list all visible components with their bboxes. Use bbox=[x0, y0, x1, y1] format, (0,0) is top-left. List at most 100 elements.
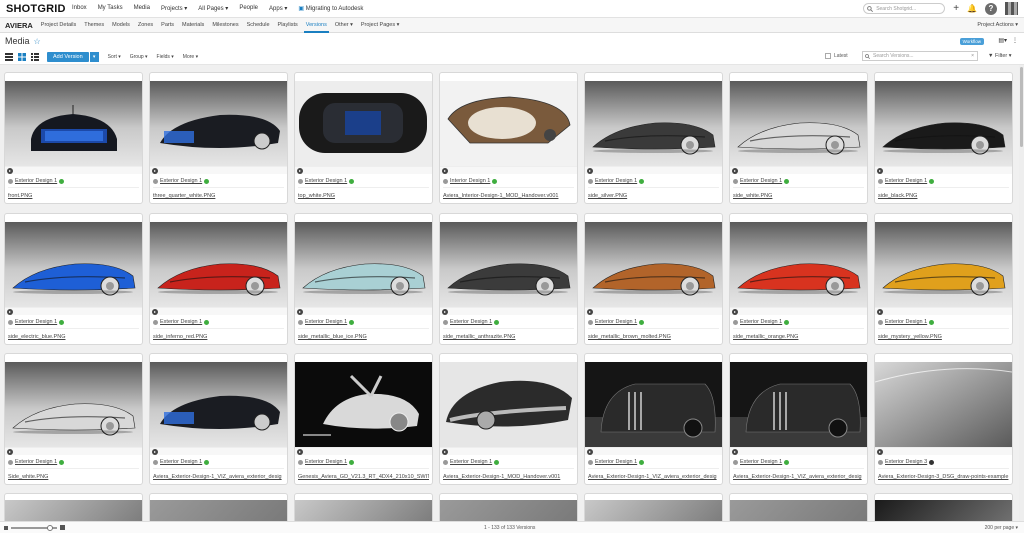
version-thumbnail[interactable] bbox=[585, 362, 722, 447]
status-icon[interactable] bbox=[59, 459, 65, 465]
play-icon[interactable] bbox=[587, 449, 593, 455]
fields-button[interactable]: Fields ▾ bbox=[157, 54, 174, 60]
play-icon[interactable] bbox=[152, 449, 158, 455]
tab-parts[interactable]: Parts bbox=[161, 22, 174, 28]
more-vertical-icon[interactable]: ⋮ bbox=[1012, 37, 1018, 44]
status-icon[interactable] bbox=[639, 319, 645, 325]
version-thumbnail[interactable] bbox=[295, 362, 432, 447]
version-name[interactable]: front.PNG bbox=[8, 193, 139, 199]
nav-all-pages[interactable]: All Pages ▾ bbox=[198, 5, 228, 12]
play-icon[interactable] bbox=[877, 449, 883, 455]
version-name[interactable]: side_white.PNG bbox=[733, 193, 864, 199]
status-icon[interactable] bbox=[204, 178, 210, 184]
version-search-input[interactable]: Search Versions... × bbox=[862, 51, 978, 61]
grid-view-icon[interactable] bbox=[18, 52, 26, 61]
task-name[interactable]: Exterior Design 1 bbox=[450, 459, 492, 465]
play-icon[interactable] bbox=[442, 168, 448, 174]
version-card-partial[interactable] bbox=[294, 493, 433, 521]
version-card-partial[interactable] bbox=[874, 493, 1013, 521]
version-thumbnail[interactable] bbox=[440, 362, 577, 447]
play-icon[interactable] bbox=[877, 168, 883, 174]
nav-inbox[interactable]: Inbox bbox=[72, 5, 87, 12]
page-menu-icon[interactable]: ▤▾ bbox=[998, 37, 1007, 44]
large-thumb-icon[interactable] bbox=[60, 525, 65, 530]
nav-my-tasks[interactable]: My Tasks bbox=[98, 5, 123, 12]
task-name[interactable]: Exterior Design 1 bbox=[885, 319, 927, 325]
status-icon[interactable] bbox=[784, 178, 790, 184]
version-thumbnail[interactable] bbox=[440, 222, 577, 307]
play-icon[interactable] bbox=[732, 449, 738, 455]
play-icon[interactable] bbox=[442, 449, 448, 455]
task-link[interactable]: Exterior Design 1 bbox=[8, 319, 65, 325]
tab-versions[interactable]: Versions bbox=[303, 22, 329, 33]
version-card-partial[interactable] bbox=[729, 493, 868, 521]
version-thumbnail[interactable] bbox=[150, 362, 287, 447]
status-icon[interactable] bbox=[349, 459, 355, 465]
version-name[interactable]: side_black.PNG bbox=[878, 193, 1009, 199]
version-name[interactable]: Side_white.PNG bbox=[8, 474, 139, 480]
task-link[interactable]: Exterior Design 1 bbox=[443, 319, 500, 325]
version-name[interactable]: side_mystery_yellow.PNG bbox=[878, 334, 1009, 340]
task-name[interactable]: Exterior Design 1 bbox=[160, 319, 202, 325]
play-icon[interactable] bbox=[297, 309, 303, 315]
version-thumbnail[interactable] bbox=[730, 500, 867, 521]
task-link[interactable]: Exterior Design 1 bbox=[8, 178, 65, 184]
play-icon[interactable] bbox=[7, 168, 13, 174]
task-link[interactable]: Exterior Design 1 bbox=[298, 178, 355, 184]
version-thumbnail[interactable] bbox=[295, 81, 432, 166]
task-name[interactable]: Exterior Design 1 bbox=[305, 319, 347, 325]
per-page-select[interactable]: 200 per page ▾ bbox=[985, 525, 1018, 531]
group-button[interactable]: Group ▾ bbox=[130, 54, 148, 60]
task-name[interactable]: Exterior Design 1 bbox=[595, 319, 637, 325]
version-thumbnail[interactable] bbox=[730, 81, 867, 166]
status-icon[interactable] bbox=[784, 319, 790, 325]
task-name[interactable]: Exterior Design 1 bbox=[160, 459, 202, 465]
status-icon[interactable] bbox=[929, 319, 935, 325]
play-icon[interactable] bbox=[587, 168, 593, 174]
version-thumbnail[interactable] bbox=[295, 222, 432, 307]
status-icon[interactable] bbox=[349, 319, 355, 325]
version-name[interactable]: Genesis_Aviera_GD_V21.3_RT_4DX4_210x10_S… bbox=[298, 474, 429, 480]
version-thumbnail[interactable] bbox=[5, 222, 142, 307]
status-icon[interactable] bbox=[492, 178, 498, 184]
version-thumbnail[interactable] bbox=[440, 81, 577, 166]
version-thumbnail[interactable] bbox=[585, 81, 722, 166]
list-view-icon[interactable] bbox=[5, 52, 13, 61]
version-thumbnail[interactable] bbox=[585, 222, 722, 307]
tab-other[interactable]: Other ▾ bbox=[335, 22, 353, 28]
project-name[interactable]: AVIERA bbox=[5, 21, 33, 30]
play-icon[interactable] bbox=[877, 309, 883, 315]
add-version-button[interactable]: Add Version bbox=[47, 51, 89, 62]
task-name[interactable]: Exterior Design 1 bbox=[160, 178, 202, 184]
version-card[interactable]: Exterior Design 1 Side_white.PNG bbox=[4, 353, 143, 485]
version-name[interactable]: Aviera_Exterior-Design-1_VIZ_aviera_exte… bbox=[733, 474, 864, 480]
tab-materials[interactable]: Materials bbox=[182, 22, 204, 28]
sort-button[interactable]: Sort ▾ bbox=[108, 54, 121, 60]
status-icon[interactable] bbox=[929, 178, 935, 184]
version-name[interactable]: side_metallic_blue_ice.PNG bbox=[298, 334, 429, 340]
task-name[interactable]: Exterior Design 1 bbox=[15, 319, 57, 325]
tab-project-pages[interactable]: Project Pages ▾ bbox=[361, 22, 400, 28]
task-link[interactable]: Exterior Design 1 bbox=[153, 178, 210, 184]
avatar[interactable] bbox=[1005, 2, 1018, 15]
status-icon[interactable] bbox=[59, 319, 65, 325]
status-icon[interactable] bbox=[349, 178, 355, 184]
version-card[interactable]: Interior Design 1 Aviera_Interior-Design-… bbox=[439, 72, 578, 204]
version-name[interactable]: top_white.PNG bbox=[298, 193, 429, 199]
version-name[interactable]: Aviera_Interior-Design-1_MOD_Handover.v0… bbox=[443, 193, 574, 199]
status-icon[interactable] bbox=[204, 319, 210, 325]
nav-apps[interactable]: Apps ▾ bbox=[269, 5, 287, 12]
add-icon[interactable]: + bbox=[953, 3, 959, 14]
task-link[interactable]: Interior Design 1 bbox=[443, 178, 498, 184]
play-icon[interactable] bbox=[7, 309, 13, 315]
version-card[interactable]: Exterior Design 1 side_electric_blue.PNG bbox=[4, 213, 143, 345]
version-thumbnail[interactable] bbox=[730, 222, 867, 307]
nav-migrating[interactable]: ▣ Migrating to Autodesk bbox=[298, 5, 363, 12]
version-card[interactable]: Exterior Design 1 side_white.PNG bbox=[729, 72, 868, 204]
version-card[interactable]: Exterior Design 1 side_black.PNG bbox=[874, 72, 1013, 204]
filter-button[interactable]: ▼ Filter ▾ bbox=[988, 53, 1012, 59]
tab-zones[interactable]: Zones bbox=[138, 22, 153, 28]
play-icon[interactable] bbox=[152, 168, 158, 174]
version-name[interactable]: side_metallic_orange.PNG bbox=[733, 334, 864, 340]
version-thumbnail[interactable] bbox=[875, 362, 1012, 447]
